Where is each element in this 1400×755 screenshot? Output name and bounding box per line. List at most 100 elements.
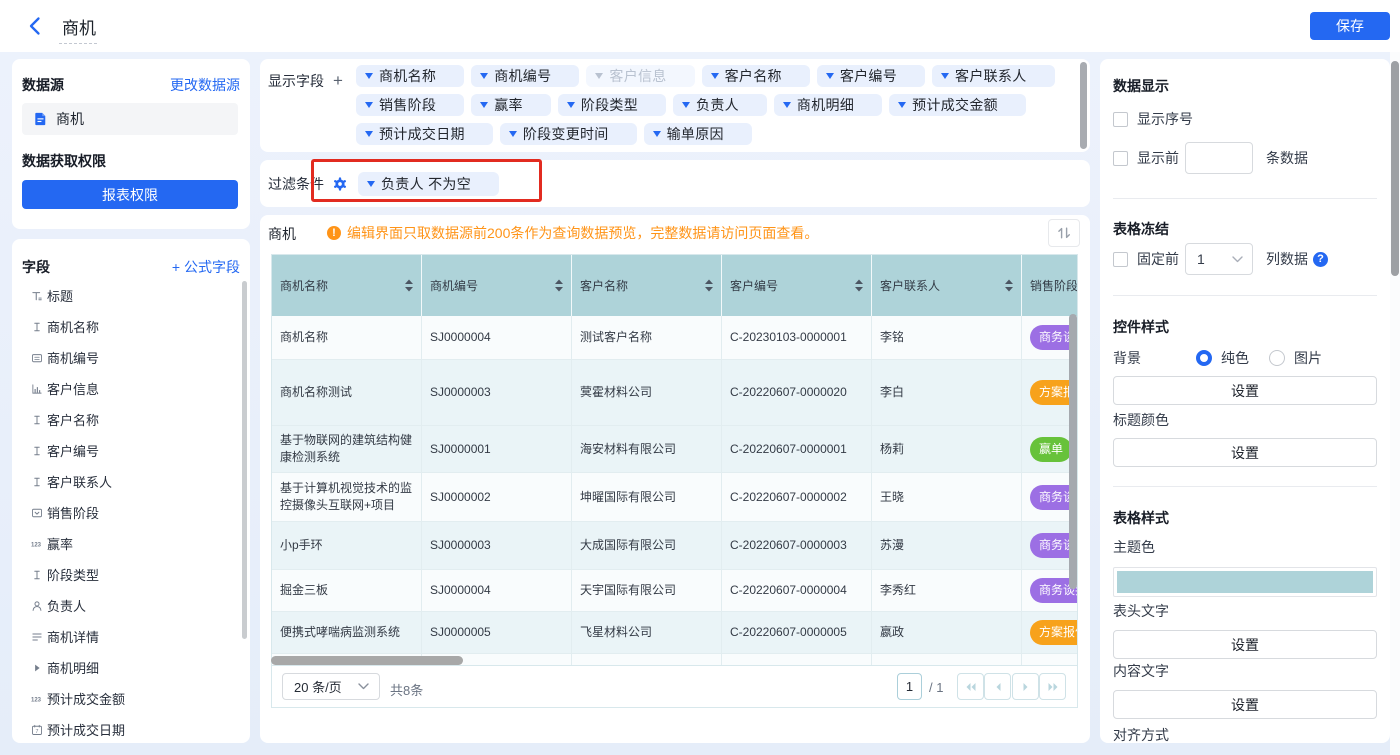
next-page-button[interactable] [1012, 673, 1039, 700]
row-limit-input[interactable] [1185, 142, 1253, 174]
column-sort-icon[interactable] [704, 279, 714, 292]
table-cell: 李白 [872, 360, 1022, 425]
freeze-count-select[interactable]: 1 [1185, 243, 1253, 275]
display-field-chip[interactable]: 预计成交日期 [356, 123, 493, 145]
formula-field-link[interactable]: + 公式字段 [172, 257, 240, 277]
chevron-down-icon [358, 683, 369, 690]
field-item[interactable]: 客户名称 [12, 404, 250, 435]
prev-page-button[interactable] [984, 673, 1011, 700]
field-item[interactable]: 客户信息 [12, 373, 250, 404]
column-sort-icon[interactable] [854, 279, 864, 292]
table-header-cell[interactable]: 商机名称 [272, 255, 422, 316]
theme-color-swatch[interactable] [1113, 567, 1377, 597]
widget-style-heading: 控件样式 [1113, 317, 1377, 337]
chevron-down-icon [941, 73, 949, 79]
field-item[interactable]: 商机详情 [12, 621, 250, 652]
rows-suffix-label: 条数据 [1266, 148, 1308, 168]
display-field-chips: 商机名称商机编号 客户信息 客户名称客户编号客户联系人销售阶段赢率阶段类型负责人商机… [356, 65, 1076, 152]
display-field-chip[interactable]: 阶段变更时间 [500, 123, 637, 145]
display-field-chip[interactable]: 赢率 [471, 94, 551, 116]
table-body: 商机名称SJ0000004测试客户名称C-20230103-0000001李铭商… [272, 316, 1078, 666]
table-cell: SJ0000004 [422, 570, 572, 611]
filter-label: 过滤条件 [268, 174, 324, 194]
chip-label: 客户信息 [609, 66, 666, 86]
field-item[interactable]: 123赢率 [12, 528, 250, 559]
field-item[interactable]: 标题 [12, 280, 250, 311]
page-number-input[interactable]: 1 [897, 673, 922, 700]
add-field-icon[interactable]: + [333, 74, 343, 88]
display-field-chip[interactable]: 阶段类型 [558, 94, 666, 116]
display-field-chip[interactable]: 商机名称 [356, 65, 464, 87]
image-radio[interactable] [1269, 350, 1285, 366]
show-index-label: 显示序号 [1137, 109, 1193, 129]
field-item[interactable]: 客户联系人 [12, 466, 250, 497]
display-field-chip[interactable]: 输单原因 [644, 123, 752, 145]
title-color-set-button[interactable]: 设置 [1113, 438, 1377, 467]
table-horizontal-scrollbar[interactable] [271, 656, 463, 665]
header-text-set-button[interactable]: 设置 [1113, 630, 1377, 659]
last-page-button[interactable] [1039, 673, 1066, 700]
show-index-checkbox[interactable] [1113, 112, 1128, 127]
table-vertical-scrollbar[interactable] [1069, 314, 1077, 589]
table-cell: C-20220607-0000004 [722, 570, 872, 611]
field-item[interactable]: 销售阶段 [12, 497, 250, 528]
display-field-chip[interactable]: 客户信息 [586, 65, 694, 87]
help-icon[interactable]: ? [1313, 252, 1328, 267]
display-field-chip[interactable]: 负责人 [673, 94, 767, 116]
divider [1113, 295, 1377, 296]
field-item[interactable]: 123预计成交金额 [12, 683, 250, 714]
table-row: 商机名称测试SJ0000003蓂霍材料公司C-20220607-0000020李… [272, 360, 1078, 426]
preview-title: 商机 [268, 224, 296, 244]
field-item[interactable]: 7预计成交日期 [12, 714, 250, 743]
display-field-chip[interactable]: 预计成交金额 [889, 94, 1026, 116]
table-header-cell[interactable]: 销售阶段 [1022, 255, 1078, 316]
back-icon[interactable] [26, 16, 44, 36]
field-item[interactable]: 客户编号 [12, 435, 250, 466]
field-item[interactable]: 商机名称 [12, 311, 250, 342]
page-size-select[interactable]: 20 条/页 [282, 673, 380, 700]
display-field-chip[interactable]: 客户名称 [702, 65, 810, 87]
fields-scrollbar[interactable] [242, 281, 247, 639]
chevron-down-icon [711, 73, 719, 79]
show-first-checkbox[interactable] [1113, 151, 1128, 166]
display-field-chip[interactable]: 销售阶段 [356, 94, 464, 116]
display-field-chip[interactable]: 商机明细 [774, 94, 882, 116]
field-item[interactable]: 负责人 [12, 590, 250, 621]
solid-color-radio[interactable] [1196, 350, 1212, 366]
field-item[interactable]: 商机编号 [12, 342, 250, 373]
report-permission-button[interactable]: 报表权限 [22, 180, 238, 209]
table-preview-panel: 商机 ! 编辑界面只取数据源前200条作为查询数据预览，完整数据请访问页面查看。… [260, 215, 1090, 743]
table-header-cell[interactable]: 客户编号 [722, 255, 872, 316]
column-sort-icon[interactable] [1004, 279, 1014, 292]
title-icon [31, 288, 43, 304]
display-field-chip[interactable]: 客户编号 [817, 65, 925, 87]
page-title: 商机 [62, 14, 96, 39]
first-page-button[interactable] [957, 673, 984, 700]
chips-scrollbar[interactable] [1080, 62, 1087, 149]
datasource-item[interactable]: 商机 [22, 103, 238, 135]
table-cell: C-20220607-0000001 [722, 426, 872, 472]
sort-toggle-button[interactable] [1048, 219, 1080, 247]
field-item[interactable]: 商机明细 [12, 652, 250, 683]
column-sort-icon[interactable] [404, 279, 414, 292]
table-header-cell[interactable]: 商机编号 [422, 255, 572, 316]
table-cell: SJ0000005 [422, 612, 572, 653]
gear-icon[interactable] [333, 177, 347, 191]
show-first-label: 显示前 [1137, 148, 1179, 168]
field-item[interactable]: 阶段类型 [12, 559, 250, 590]
number-icon: 123 [31, 536, 43, 552]
chart-icon [31, 381, 43, 397]
display-field-chip[interactable]: 客户联系人 [932, 65, 1055, 87]
filter-chip[interactable]: 负责人 不为空 [358, 172, 499, 196]
body-text-set-button[interactable]: 设置 [1113, 690, 1377, 719]
change-datasource-link[interactable]: 更改数据源 [170, 75, 240, 95]
display-field-chip[interactable]: 商机编号 [471, 65, 579, 87]
freeze-checkbox[interactable] [1113, 252, 1128, 267]
person-icon [31, 598, 43, 614]
table-header-cell[interactable]: 客户联系人 [872, 255, 1022, 316]
save-button[interactable]: 保存 [1310, 12, 1390, 40]
background-set-button[interactable]: 设置 [1113, 376, 1377, 405]
table-header-cell[interactable]: 客户名称 [572, 255, 722, 316]
column-sort-icon[interactable] [554, 279, 564, 292]
window-scrollbar-thumb[interactable] [1391, 61, 1399, 276]
